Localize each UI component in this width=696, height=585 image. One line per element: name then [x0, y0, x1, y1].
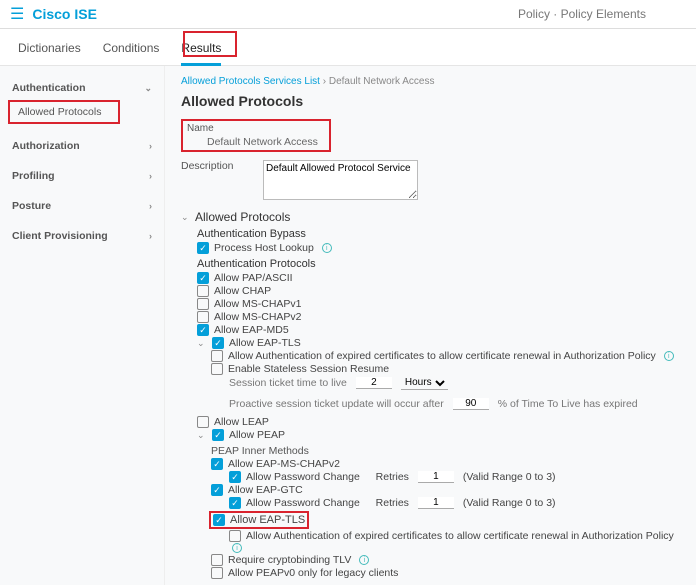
name-value[interactable]: Default Network Access	[187, 136, 325, 148]
chevron-down-icon[interactable]: ⌄	[181, 212, 191, 223]
name-label: Name	[187, 123, 257, 134]
checkbox-pwchange-2[interactable]: ✓	[229, 497, 241, 509]
sidebar-item-posture[interactable]: Posture ›	[0, 194, 164, 218]
proactive-percent-input[interactable]	[453, 398, 489, 410]
help-icon[interactable]: i	[232, 543, 242, 553]
breadcrumb: Allowed Protocols Services List › Defaul…	[181, 76, 684, 87]
highlight-name-field: Name Default Network Access	[181, 119, 331, 152]
section-title: Allowed Protocols	[195, 210, 290, 224]
help-icon[interactable]: i	[664, 351, 674, 361]
help-icon[interactable]: i	[322, 243, 332, 253]
description-label: Description	[181, 160, 251, 172]
chevron-down-icon[interactable]: ⌄	[197, 430, 207, 441]
sidebar-item-profiling[interactable]: Profiling ›	[0, 164, 164, 188]
breadcrumb-root[interactable]: Allowed Protocols Services List	[181, 76, 320, 87]
sidebar-item-authorization[interactable]: Authorization ›	[0, 134, 164, 158]
checkbox-mschap2[interactable]	[197, 311, 209, 323]
breadcrumb-current: Default Network Access	[329, 76, 435, 87]
tab-dictionaries[interactable]: Dictionaries	[18, 37, 81, 65]
sidebar: Authentication ⌄ Allowed Protocols Autho…	[0, 66, 165, 585]
checkbox-eapgtc[interactable]: ✓	[211, 484, 223, 496]
checkbox-pap[interactable]: ✓	[197, 272, 209, 284]
checkbox-process-host-lookup[interactable]: ✓	[197, 242, 209, 254]
top-bar: ☰ Cisco ISE Policy · Policy Elements	[0, 0, 696, 28]
checkbox-leap[interactable]	[197, 416, 209, 428]
checkbox-peapv0[interactable]	[211, 567, 223, 579]
peap-inner-header: PEAP Inner Methods	[211, 445, 309, 457]
checkbox-eaptls-expired[interactable]	[211, 350, 223, 362]
sidebar-item-authentication[interactable]: Authentication ⌄	[0, 76, 164, 100]
checkbox-stateless[interactable]	[211, 363, 223, 375]
checkbox-eap-mschapv2[interactable]: ✓	[211, 458, 223, 470]
tab-results[interactable]: Results	[181, 37, 221, 65]
checkbox-peap[interactable]: ✓	[212, 429, 224, 441]
chevron-right-icon: ›	[149, 171, 152, 181]
page-title: Allowed Protocols	[181, 93, 684, 109]
session-ttl-unit[interactable]: Hours	[401, 376, 448, 390]
checkbox-eaptls[interactable]: ✓	[212, 337, 224, 349]
main-content: Allowed Protocols Services List › Defaul…	[165, 66, 696, 585]
bypass-header: Authentication Bypass	[197, 228, 684, 240]
checkbox-peap-eaptls-expired[interactable]	[229, 530, 241, 542]
checkbox-peap-eaptls[interactable]: ✓	[213, 514, 225, 526]
tab-conditions[interactable]: Conditions	[103, 37, 160, 65]
retries-input-1[interactable]	[418, 471, 454, 483]
session-ttl-input[interactable]	[356, 377, 392, 389]
chevron-right-icon: ›	[149, 231, 152, 241]
chevron-right-icon: ›	[149, 141, 152, 151]
chevron-down-icon[interactable]: ⌄	[197, 338, 207, 349]
help-icon[interactable]: i	[359, 555, 369, 565]
checkbox-chap[interactable]	[197, 285, 209, 297]
checkbox-cryptobind[interactable]	[211, 554, 223, 566]
brand-label: Cisco ISE	[32, 6, 97, 22]
sidebar-item-client-provisioning[interactable]: Client Provisioning ›	[0, 224, 164, 248]
highlight-allowed-protocols: Allowed Protocols	[8, 100, 120, 124]
tabs: Dictionaries Conditions Results	[0, 29, 696, 66]
protocols-header: Authentication Protocols	[197, 258, 684, 270]
chevron-down-icon: ⌄	[144, 83, 152, 94]
checkbox-eapmd5[interactable]: ✓	[197, 324, 209, 336]
highlight-eap-tls: ✓ Allow EAP-TLS	[209, 511, 309, 529]
retries-input-2[interactable]	[418, 497, 454, 509]
checkbox-mschap1[interactable]	[197, 298, 209, 310]
menu-icon[interactable]: ☰	[10, 4, 24, 24]
checkbox-pwchange-1[interactable]: ✓	[229, 471, 241, 483]
chevron-right-icon: ›	[149, 201, 152, 211]
sidebar-item-allowed-protocols[interactable]: Allowed Protocols	[10, 102, 118, 122]
description-textarea[interactable]: Default Allowed Protocol Service	[263, 160, 418, 200]
breadcrumb-top: Policy · Policy Elements	[518, 7, 686, 21]
